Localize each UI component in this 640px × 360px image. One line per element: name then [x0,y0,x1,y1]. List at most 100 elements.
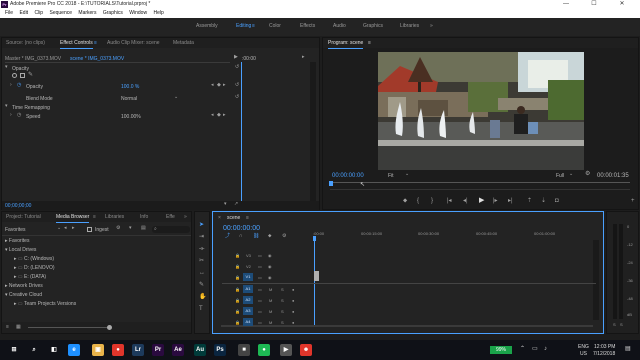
eye-icon[interactable]: ◉ [268,264,272,269]
lock-icon[interactable]: 🔒 [235,264,240,269]
zoom-slider[interactable] [28,327,108,328]
timeline-sequence-tab[interactable]: scene [227,215,240,221]
go-to-out-button[interactable]: ▸| [508,198,513,204]
tab-project[interactable]: Project: Tutorial [6,214,41,220]
region-label[interactable]: US [580,351,587,357]
tree-drive-c[interactable]: ▸ ▭ C: (Windows) [14,256,54,262]
effect-controls-menu-icon[interactable]: ≡ [94,40,97,46]
step-back-button[interactable]: ◂| [463,198,468,204]
tray-network-icon[interactable]: ▭ [532,346,538,352]
workspace-color[interactable]: Color [269,23,281,29]
sync-lock-icon[interactable]: ▭ [258,253,262,258]
back-icon[interactable]: ◂ [64,226,67,231]
tree-team-projects[interactable]: ▸ ▭ Team Projects Versions [14,301,76,307]
workspace-libraries[interactable]: Libraries [400,23,419,29]
list-view-icon[interactable]: ≡ [6,325,9,330]
zoom-slider-handle[interactable] [107,325,112,330]
extract-button[interactable]: ⇣ [541,198,546,204]
after-effects-icon[interactable]: Ae [172,344,184,356]
photoshop-icon[interactable]: Ps [214,344,226,356]
sync-lock-icon[interactable]: ▭ [258,264,262,269]
tab-media-browser[interactable]: Media Browser [56,214,90,223]
speed-next-keyframe-icon[interactable]: ▸ [223,113,226,118]
search-input[interactable]: ⌕ [152,226,190,233]
effect-controls-scrollbar[interactable] [310,62,316,202]
notification-icon[interactable]: ▤ [625,346,631,352]
snap-icon[interactable]: ∩ [239,234,243,239]
expand-speed-icon[interactable]: › [10,113,12,118]
speed-value[interactable]: 100.00% [121,114,141,120]
tree-drive-d[interactable]: ▸ ▭ D: (LENOVO) [14,265,55,271]
eye-icon[interactable]: ◉ [268,275,272,280]
tree-favorites[interactable]: ▸ Favorites [5,238,29,244]
directory-view-icon[interactable]: ▤ [141,226,146,231]
chevron-down-icon[interactable]: ⌄ [174,95,178,100]
spotify-icon[interactable]: ● [258,344,270,356]
track-target[interactable]: A3 [243,307,253,315]
program-timecode[interactable]: 00:00:00:00 [332,173,364,179]
type-tool-icon[interactable]: T [199,306,203,312]
next-keyframe-icon[interactable]: ▸ [223,83,226,88]
track-target[interactable]: A1 [243,285,253,293]
lock-icon[interactable]: 🔒 [235,309,240,314]
export-frame-button[interactable]: ◘ [555,198,559,204]
meter-solo-right-button[interactable]: S [620,322,623,327]
track-a4[interactable]: 🔒 A4 ▭ M S ● [212,318,596,326]
program-menu-icon[interactable]: ≡ [368,40,371,46]
volume-icon[interactable]: ♪ [544,346,547,352]
file-explorer-icon[interactable]: ▣ [92,344,104,356]
effect-controls-playhead[interactable] [241,62,242,201]
sync-lock-icon[interactable]: ▭ [258,275,262,280]
start-icon[interactable]: ⊞ [8,344,20,356]
program-playhead[interactable] [329,181,333,186]
razor-tool-icon[interactable]: ✂ [199,258,204,264]
slip-tool-icon[interactable]: ↔ [199,270,205,276]
app-icon[interactable]: ■ [238,344,250,356]
track-target[interactable]: V1 [243,273,253,281]
add-marker-button[interactable]: ⬥ [403,198,407,204]
export-icon[interactable]: ↗ [234,202,238,207]
microphone-icon[interactable]: ● [292,287,294,292]
selection-tool-icon[interactable]: ➤ [199,222,204,228]
mute-button[interactable]: M [269,309,272,314]
workspace-editing-menu-icon[interactable]: ≡ [252,23,255,29]
play-only-icon[interactable]: ▶ [234,55,238,60]
nest-toggle-icon[interactable]: ⤴ [225,234,230,239]
audition-icon[interactable]: Au [194,344,206,356]
more-panels-icon[interactable]: » [184,214,187,220]
lock-icon[interactable]: 🔒 [235,275,240,280]
clock-date[interactable]: 7/12/2018 [593,351,615,357]
solo-button[interactable]: S [281,309,284,314]
track-a1[interactable]: 🔒 A1 ▭ M S ● [212,285,596,293]
step-forward-button[interactable]: |▸ [493,198,498,204]
tab-metadata[interactable]: Metadata [173,40,194,46]
quality-chevron-down-icon[interactable]: ⌄ [569,172,573,177]
minimize-button[interactable]: — [556,0,576,9]
solo-button[interactable]: S [281,298,284,303]
tree-network-drives[interactable]: ▸ Network Drives [5,283,43,289]
microphone-icon[interactable]: ● [292,309,294,314]
mute-button[interactable]: M [269,320,272,325]
track-v3[interactable]: 🔒 V3 ▭ ◉ [212,251,596,259]
tree-drive-e[interactable]: ▸ ▭ E: (DATA) [14,274,46,280]
language-label[interactable]: ENG [578,344,589,350]
menu-edit[interactable]: Edit [19,9,28,18]
track-target[interactable]: A4 [243,318,253,326]
menu-markers[interactable]: Markers [78,9,96,18]
forward-icon[interactable]: ▸ [72,226,75,231]
solo-button[interactable]: S [281,287,284,292]
tab-source[interactable]: Source: (no clips) [6,40,45,46]
lightroom-icon[interactable]: Lr [132,344,144,356]
add-keyframe-icon[interactable]: ◆ [217,83,221,88]
go-to-in-button[interactable]: |◂ [447,198,452,204]
tree-creative-cloud[interactable]: ▾ Creative Cloud [5,292,42,298]
tab-effects[interactable]: Effe [166,214,175,220]
filter-icon[interactable]: ▾ [129,226,132,231]
opacity-value[interactable]: 100.0 % [121,84,139,90]
expand-opacity-param-icon[interactable]: › [10,83,12,88]
mark-in-button[interactable]: { [417,198,419,204]
track-a3[interactable]: 🔒 A3 ▭ M S ● [212,307,596,315]
lock-icon[interactable]: 🔒 [235,287,240,292]
ripple-edit-tool-icon[interactable]: ⟛ [199,246,204,252]
workspace-editing[interactable]: Editing [236,23,251,29]
